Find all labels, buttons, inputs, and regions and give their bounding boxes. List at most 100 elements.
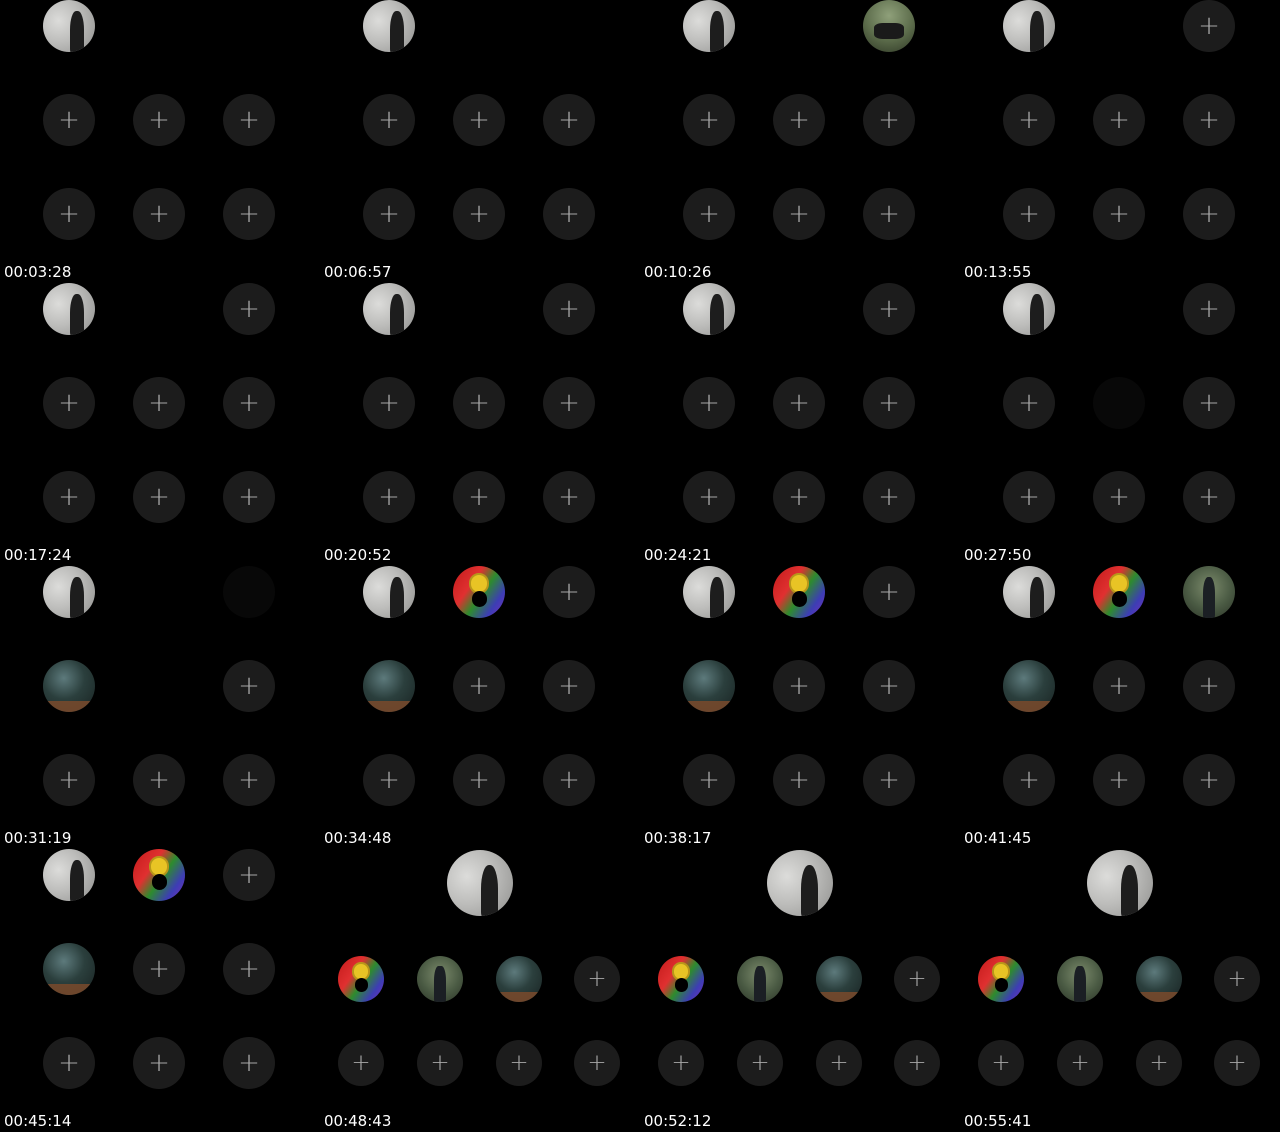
add-participant-button[interactable]: + xyxy=(453,94,505,146)
participant-avatar-bike[interactable] xyxy=(863,0,915,52)
add-participant-button[interactable]: + xyxy=(1093,754,1145,806)
add-participant-button[interactable]: + xyxy=(1183,377,1235,429)
participant-avatar-man[interactable] xyxy=(417,956,463,1002)
participant-avatar-flag[interactable] xyxy=(453,566,505,618)
add-participant-button[interactable]: + xyxy=(1003,377,1055,429)
add-participant-button[interactable]: + xyxy=(1214,1040,1260,1086)
add-participant-button[interactable]: + xyxy=(543,566,595,618)
add-participant-button[interactable]: + xyxy=(1093,471,1145,523)
add-participant-button[interactable]: + xyxy=(1003,754,1055,806)
add-participant-button[interactable]: + xyxy=(1183,660,1235,712)
add-participant-button[interactable]: + xyxy=(683,188,735,240)
add-participant-button[interactable]: + xyxy=(133,1037,185,1089)
participant-avatar-forest[interactable] xyxy=(683,660,735,712)
participant-avatar-forest[interactable] xyxy=(1136,956,1182,1002)
add-participant-button[interactable]: + xyxy=(1183,471,1235,523)
participant-avatar-flag[interactable] xyxy=(133,849,185,901)
add-participant-button[interactable]: + xyxy=(1003,471,1055,523)
add-participant-button[interactable]: + xyxy=(133,943,185,995)
add-participant-button[interactable]: + xyxy=(363,188,415,240)
add-participant-button[interactable]: + xyxy=(773,94,825,146)
add-participant-button[interactable]: + xyxy=(43,471,95,523)
participant-avatar-forest[interactable] xyxy=(43,943,95,995)
participant-avatar-beach[interactable] xyxy=(683,566,735,618)
add-participant-button[interactable]: + xyxy=(43,1037,95,1089)
add-participant-button[interactable]: + xyxy=(863,471,915,523)
add-participant-button[interactable]: + xyxy=(1093,94,1145,146)
participant-avatar-flag[interactable] xyxy=(1093,566,1145,618)
add-participant-button[interactable]: + xyxy=(453,188,505,240)
add-participant-button[interactable]: + xyxy=(223,471,275,523)
add-participant-button[interactable]: + xyxy=(863,94,915,146)
add-participant-button[interactable]: + xyxy=(773,471,825,523)
add-participant-button[interactable]: + xyxy=(773,188,825,240)
add-participant-button[interactable]: + xyxy=(773,754,825,806)
add-participant-button[interactable]: + xyxy=(43,754,95,806)
add-participant-button[interactable]: + xyxy=(1003,188,1055,240)
add-participant-button[interactable]: + xyxy=(223,377,275,429)
add-participant-button[interactable]: + xyxy=(543,283,595,335)
participant-avatar-man[interactable] xyxy=(737,956,783,1002)
add-participant-button[interactable]: + xyxy=(543,471,595,523)
add-participant-button[interactable]: + xyxy=(863,754,915,806)
add-participant-button[interactable]: + xyxy=(223,660,275,712)
add-participant-button[interactable]: + xyxy=(863,188,915,240)
add-participant-button[interactable]: + xyxy=(223,849,275,901)
add-participant-button[interactable]: + xyxy=(1093,188,1145,240)
add-participant-button[interactable]: + xyxy=(223,1037,275,1089)
add-participant-button[interactable]: + xyxy=(658,1040,704,1086)
add-participant-button[interactable]: + xyxy=(863,566,915,618)
add-participant-button[interactable]: + xyxy=(683,754,735,806)
add-participant-button[interactable]: + xyxy=(543,754,595,806)
participant-avatar-beach[interactable] xyxy=(43,0,95,52)
add-participant-button[interactable]: + xyxy=(683,94,735,146)
add-participant-button[interactable]: + xyxy=(1136,1040,1182,1086)
add-participant-button[interactable]: + xyxy=(417,1040,463,1086)
add-participant-button[interactable]: + xyxy=(453,754,505,806)
host-avatar[interactable] xyxy=(767,850,833,916)
add-participant-button[interactable]: + xyxy=(363,754,415,806)
add-participant-button[interactable]: + xyxy=(543,377,595,429)
host-avatar[interactable] xyxy=(1087,850,1153,916)
add-participant-button[interactable]: + xyxy=(43,377,95,429)
participant-avatar-beach[interactable] xyxy=(1003,0,1055,52)
add-participant-button[interactable]: + xyxy=(863,660,915,712)
add-participant-button[interactable]: + xyxy=(453,471,505,523)
participant-avatar-beach[interactable] xyxy=(43,283,95,335)
add-participant-button[interactable]: + xyxy=(453,660,505,712)
add-participant-button[interactable]: + xyxy=(223,94,275,146)
add-participant-button[interactable]: + xyxy=(863,377,915,429)
add-participant-button[interactable]: + xyxy=(133,188,185,240)
add-participant-button[interactable]: + xyxy=(1183,0,1235,52)
add-participant-button[interactable]: + xyxy=(1057,1040,1103,1086)
add-participant-button[interactable]: + xyxy=(1093,660,1145,712)
add-participant-button[interactable]: + xyxy=(574,956,620,1002)
add-participant-button[interactable]: + xyxy=(1183,754,1235,806)
add-participant-button[interactable]: + xyxy=(1183,188,1235,240)
add-participant-button[interactable]: + xyxy=(133,377,185,429)
add-participant-button[interactable]: + xyxy=(863,283,915,335)
add-participant-button[interactable]: + xyxy=(1183,283,1235,335)
participant-avatar-forest[interactable] xyxy=(1003,660,1055,712)
add-participant-button[interactable]: + xyxy=(683,471,735,523)
participant-avatar-beach[interactable] xyxy=(43,849,95,901)
add-participant-button[interactable]: + xyxy=(133,754,185,806)
add-participant-button[interactable]: + xyxy=(683,377,735,429)
add-participant-button[interactable]: + xyxy=(223,188,275,240)
participant-avatar-forest[interactable] xyxy=(43,660,95,712)
add-participant-button[interactable]: + xyxy=(773,377,825,429)
host-avatar[interactable] xyxy=(447,850,513,916)
add-participant-button[interactable]: + xyxy=(978,1040,1024,1086)
participant-avatar-forest[interactable] xyxy=(816,956,862,1002)
add-participant-button[interactable]: + xyxy=(363,94,415,146)
add-participant-button[interactable]: + xyxy=(1003,94,1055,146)
add-participant-button[interactable]: + xyxy=(338,1040,384,1086)
add-participant-button[interactable]: + xyxy=(223,283,275,335)
participant-avatar-man[interactable] xyxy=(1183,566,1235,618)
participant-avatar-beach[interactable] xyxy=(1003,283,1055,335)
add-participant-button[interactable]: + xyxy=(894,1040,940,1086)
add-participant-button[interactable]: + xyxy=(574,1040,620,1086)
participant-avatar-beach[interactable] xyxy=(43,566,95,618)
add-participant-button[interactable]: + xyxy=(1183,94,1235,146)
add-participant-button[interactable]: + xyxy=(1214,956,1260,1002)
